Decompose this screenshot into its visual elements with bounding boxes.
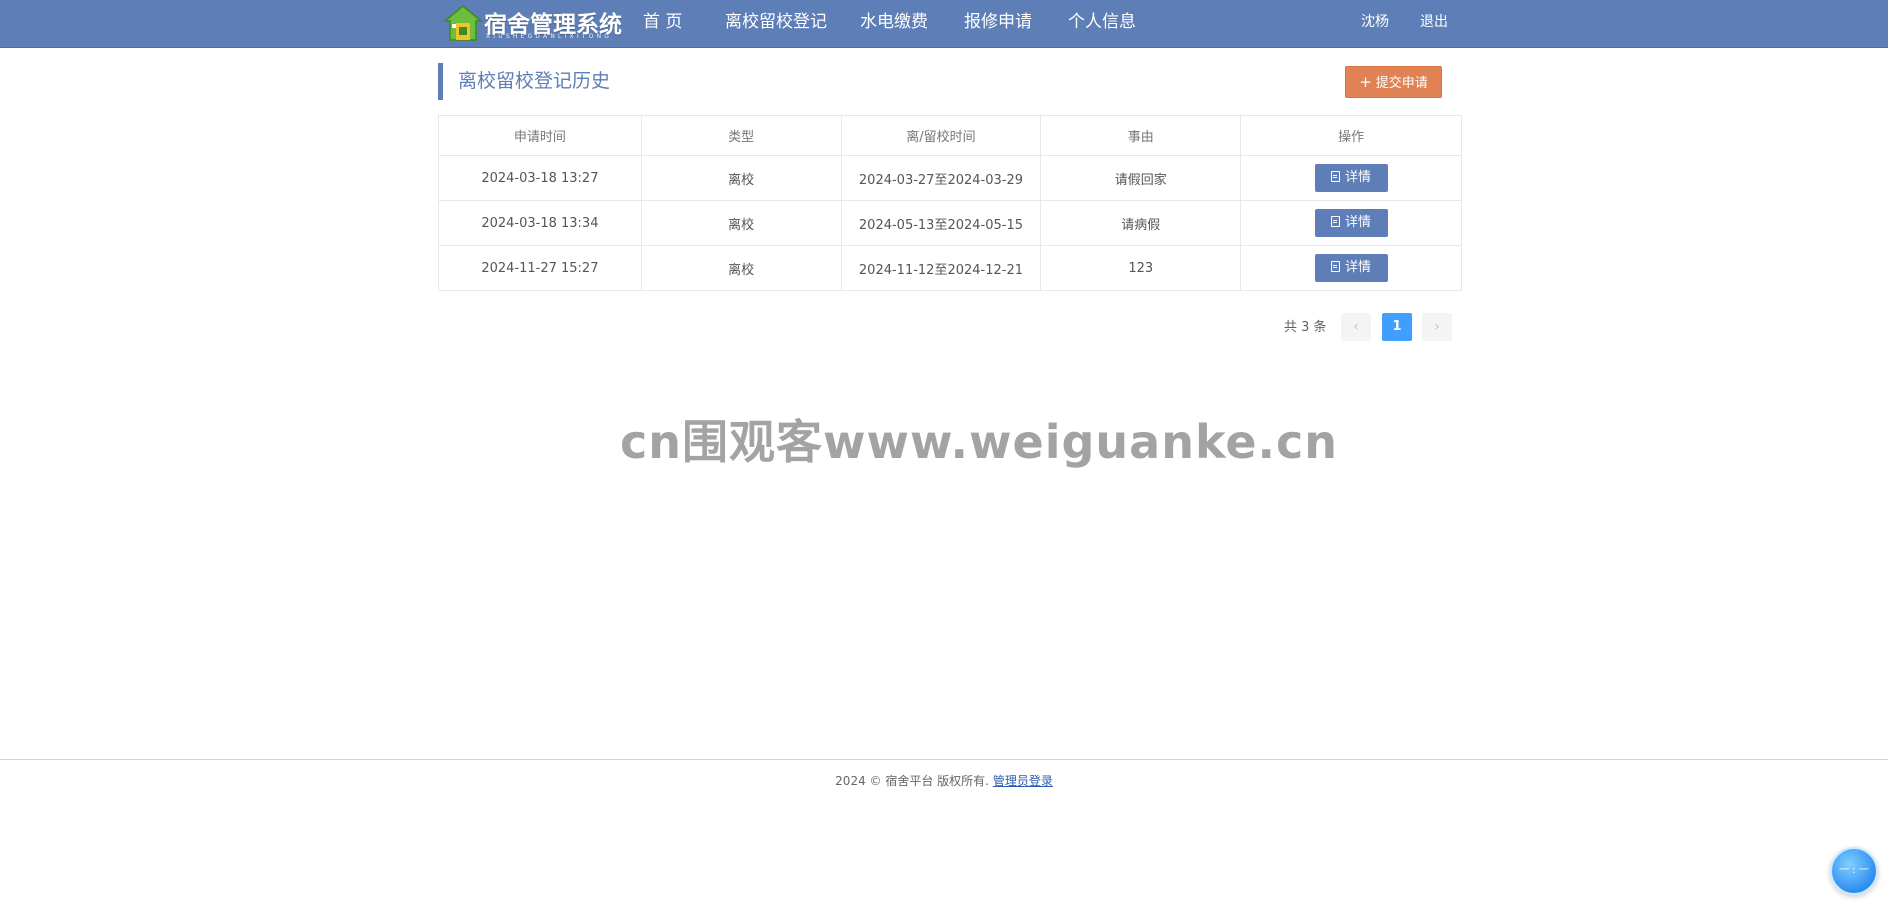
pagination-page-1[interactable]: 1: [1382, 313, 1412, 341]
leave-records-table: 申请时间 类型 离/留校时间 事由 操作 2024-03-18 13:27 离校…: [438, 115, 1462, 291]
submit-button-label: 提交申请: [1375, 76, 1428, 91]
house-logo-icon: [443, 5, 483, 41]
cell-reason: 123: [1040, 245, 1242, 291]
column-header-period: 离/留校时间: [840, 115, 1042, 156]
page-title-bar: 离校留校登记历史: [438, 63, 610, 100]
nav-item-utility-payment[interactable]: 水电缴费: [860, 0, 928, 44]
detail-button-label: 详情: [1345, 215, 1372, 230]
floating-assistant-button[interactable]: 一 : 一: [1830, 847, 1878, 895]
cell-reason: 请病假: [1040, 200, 1242, 246]
chevron-right-icon: ›: [1434, 319, 1440, 335]
column-header-apply-time: 申请时间: [438, 115, 642, 156]
floating-widget-label: 一 : 一: [1839, 865, 1869, 876]
footer-copyright: 2024 © 宿舍平台 版权所有.: [835, 774, 989, 788]
submit-application-button[interactable]: + 提交申请: [1345, 66, 1442, 98]
cell-action: 详情: [1240, 155, 1462, 201]
column-header-type: 类型: [640, 115, 842, 156]
logo-subtitle: XIUSHEGUANLIXITONG: [486, 33, 613, 40]
detail-button[interactable]: 详情: [1314, 209, 1388, 237]
cell-action: 详情: [1240, 245, 1462, 291]
admin-login-link[interactable]: 管理员登录: [993, 774, 1053, 788]
cell-reason: 请假回家: [1040, 155, 1242, 201]
cell-apply-time: 2024-03-18 13:34: [438, 200, 642, 246]
table-row: 2024-03-18 13:34 离校 2024-05-13至2024-05-1…: [438, 200, 1462, 246]
table-row: 2024-03-18 13:27 离校 2024-03-27至2024-03-2…: [438, 155, 1462, 201]
cell-period: 2024-05-13至2024-05-15: [840, 200, 1042, 246]
nav-item-leave-registration[interactable]: 离校留校登记: [725, 0, 827, 44]
table-header-row: 申请时间 类型 离/留校时间 事由 操作: [438, 115, 1462, 156]
pagination-total: 共 3 条: [1284, 320, 1327, 335]
detail-button[interactable]: 详情: [1314, 254, 1388, 282]
detail-button[interactable]: 详情: [1314, 164, 1388, 192]
cell-type: 离校: [640, 200, 842, 246]
pagination-next-button[interactable]: ›: [1422, 313, 1452, 341]
cell-apply-time: 2024-03-18 13:27: [438, 155, 642, 201]
detail-button-label: 详情: [1345, 260, 1372, 275]
cell-type: 离校: [640, 245, 842, 291]
document-icon: [1331, 216, 1341, 227]
nav-item-home[interactable]: 首 页: [643, 0, 682, 44]
column-header-action: 操作: [1240, 115, 1462, 156]
table-row: 2024-11-27 15:27 离校 2024-11-12至2024-12-2…: [438, 245, 1462, 291]
chevron-left-icon: ‹: [1353, 319, 1359, 335]
cell-period: 2024-03-27至2024-03-29: [840, 155, 1042, 201]
cell-action: 详情: [1240, 200, 1462, 246]
cell-period: 2024-11-12至2024-12-21: [840, 245, 1042, 291]
top-navbar: 宿舍管理系统 XIUSHEGUANLIXITONG 首 页 离校留校登记 水电缴…: [0, 0, 1888, 48]
watermark-text: cn围观客www.weiguanke.cn: [620, 415, 1339, 469]
nav-item-repair-request[interactable]: 报修申请: [964, 0, 1032, 44]
document-icon: [1331, 171, 1341, 182]
app-logo[interactable]: 宿舍管理系统 XIUSHEGUANLIXITONG: [443, 3, 622, 43]
nav-item-profile[interactable]: 个人信息: [1068, 0, 1136, 44]
logout-link[interactable]: 退出: [1420, 0, 1448, 44]
page-title: 离校留校登记历史: [458, 70, 611, 92]
document-icon: [1331, 261, 1341, 272]
pagination-prev-button[interactable]: ‹: [1341, 313, 1371, 341]
detail-button-label: 详情: [1345, 170, 1372, 185]
footer: 2024 © 宿舍平台 版权所有. 管理员登录: [0, 772, 1888, 789]
cell-apply-time: 2024-11-27 15:27: [438, 245, 642, 291]
user-name-link[interactable]: 沈杨: [1361, 0, 1389, 44]
cell-type: 离校: [640, 155, 842, 201]
column-header-reason: 事由: [1040, 115, 1242, 156]
plus-icon: +: [1359, 73, 1372, 91]
footer-divider: [0, 759, 1888, 760]
